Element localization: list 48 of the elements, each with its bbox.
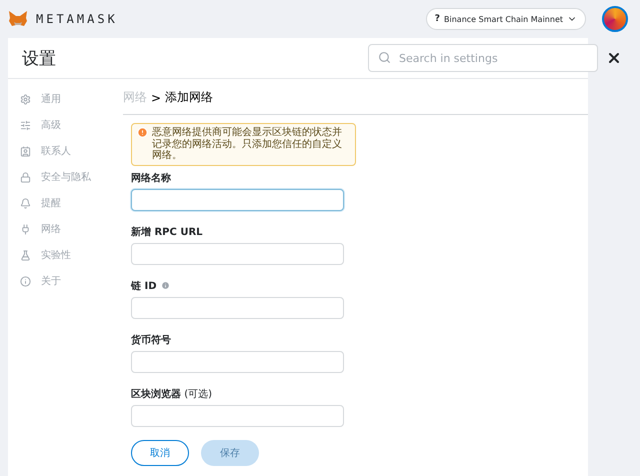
- contact-card-icon: [20, 146, 31, 156]
- sidebar-item[interactable]: 网络: [20, 219, 123, 239]
- input-field[interactable]: [131, 404, 344, 426]
- warning-text: 恶意网络提供商可能会显示区块链的状态并记录您的网络活动。只添加您信任的自定义网络。: [152, 127, 343, 162]
- page-title: 添加网络: [165, 89, 214, 106]
- cancel-button[interactable]: 取消: [131, 440, 189, 466]
- sidebar-label: 提醒: [41, 197, 61, 210]
- field-label: 网络名称: [131, 172, 171, 184]
- sliders-icon: [20, 120, 31, 130]
- input-field[interactable]: [131, 296, 344, 318]
- lock-icon: [20, 172, 31, 182]
- sidebar-item[interactable]: 联系人: [20, 141, 123, 161]
- network-selector[interactable]: ? Binance Smart Chain Mainnet: [426, 8, 586, 30]
- sidebar-label: 联系人: [41, 144, 71, 158]
- input-field[interactable]: [131, 188, 344, 210]
- settings-title: 设置: [22, 48, 57, 70]
- field-label: 链 ID: [131, 280, 157, 292]
- sidebar-label: 网络: [41, 223, 61, 236]
- search-field[interactable]: Search in settings: [368, 44, 598, 72]
- brand-name: METAMASK: [36, 12, 119, 26]
- sidebar-label: 关于: [41, 274, 61, 288]
- breadcrumb-separator: >: [151, 90, 162, 104]
- sidebar-item[interactable]: 实验性: [20, 245, 123, 265]
- alert-icon: [137, 127, 148, 138]
- sidebar-item[interactable]: 提醒: [20, 193, 123, 213]
- sidebar-label: 实验性: [41, 248, 71, 262]
- sidebar-label: 通用: [41, 92, 61, 106]
- fox-logo-icon: [8, 10, 28, 28]
- sidebar-label: 安全与隐私: [41, 170, 91, 184]
- field-label: 新增 RPC URL: [131, 225, 203, 238]
- breadcrumb-link[interactable]: 网络: [123, 89, 147, 106]
- sidebar-item[interactable]: 关于: [20, 271, 123, 291]
- bell-icon: [20, 198, 31, 208]
- sidebar-item[interactable]: 通用: [20, 89, 123, 109]
- sidebar-label: 高级: [41, 118, 61, 132]
- account-avatar[interactable]: [602, 6, 628, 32]
- plug-icon: [20, 224, 31, 234]
- sidebar-item[interactable]: 高级: [20, 115, 123, 135]
- search-icon: [378, 51, 391, 64]
- sidebar-item[interactable]: 安全与隐私: [20, 167, 123, 187]
- close-button[interactable]: [606, 50, 622, 66]
- field-label: 货币符号: [131, 334, 171, 346]
- gear-icon: [20, 94, 31, 104]
- flask-icon: [20, 250, 31, 260]
- field-label: 区块浏览器 (可选): [131, 388, 212, 400]
- input-field[interactable]: [131, 242, 344, 264]
- info-icon: [20, 276, 31, 286]
- input-field[interactable]: [131, 350, 344, 372]
